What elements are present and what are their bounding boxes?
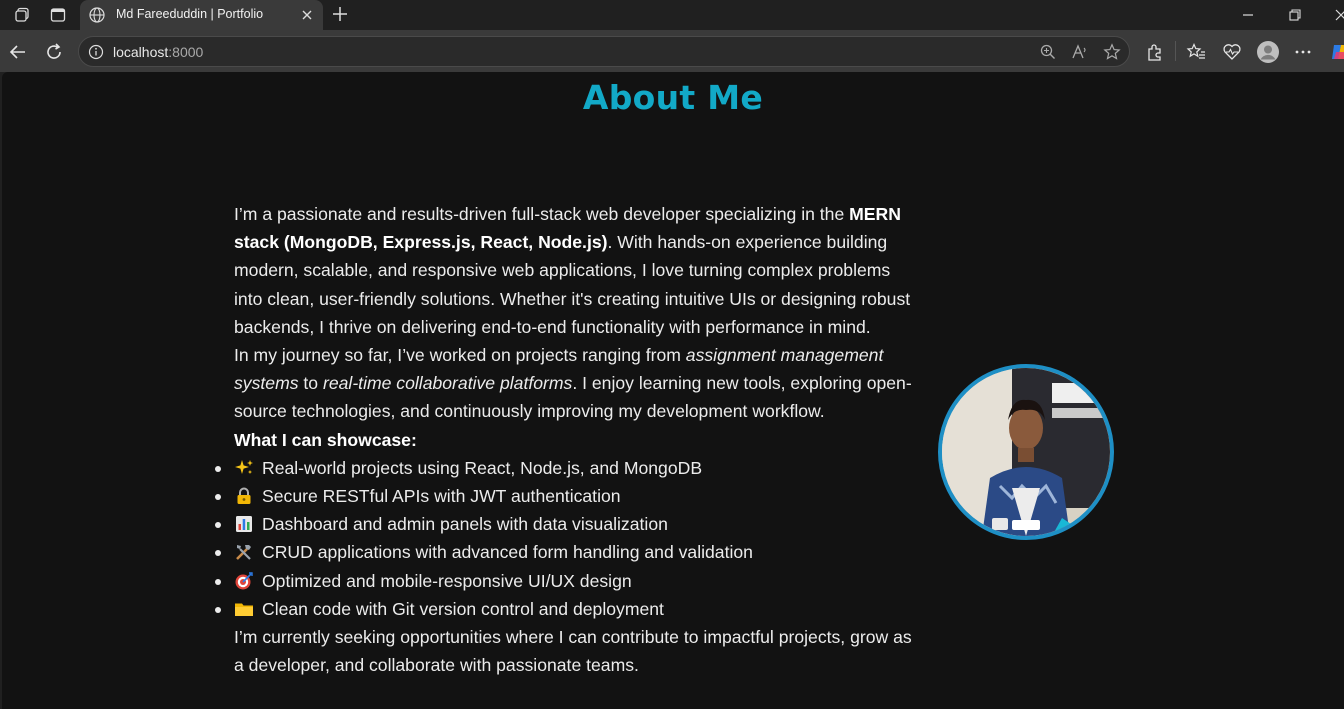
page-title: About Me — [582, 78, 764, 117]
globe-icon — [88, 6, 106, 29]
url-text[interactable]: localhost:8000 — [113, 44, 203, 60]
profile-photo-image — [942, 368, 1110, 536]
vertical-tabs-icon[interactable] — [48, 5, 68, 25]
address-bar[interactable]: localhost:8000 — [78, 36, 1130, 67]
bullet-icon — [215, 522, 221, 529]
list-item: Real-world projects using React, Node.js… — [215, 454, 914, 482]
bullet-icon — [215, 578, 221, 585]
tools-icon — [234, 541, 254, 561]
close-window-icon[interactable] — [1329, 4, 1344, 26]
tab-strip: Md Fareeduddin | Portfolio — [0, 0, 1344, 30]
profile-photo — [938, 364, 1114, 540]
para2-mid: to — [298, 373, 323, 394]
bar-chart-icon — [234, 513, 254, 533]
showcase-title: What I can showcase: — [234, 429, 417, 450]
sparkles-icon — [234, 457, 254, 475]
restore-icon[interactable] — [1283, 4, 1307, 26]
closing-paragraph: I’m currently seeking opportunities wher… — [234, 627, 912, 676]
copilot-icon[interactable] — [1328, 40, 1344, 64]
target-icon — [234, 570, 254, 590]
showcase-list: Real-world projects using React, Node.js… — [215, 454, 914, 623]
list-item-text: CRUD applications with advanced form han… — [262, 542, 753, 563]
favorites-icon[interactable] — [1184, 40, 1208, 64]
new-tab-icon[interactable] — [330, 4, 350, 29]
close-tab-icon[interactable] — [298, 6, 316, 29]
lock-icon — [234, 485, 254, 505]
page-viewport: About Me I’m a passionate and results-dr… — [2, 72, 1344, 709]
about-paragraph-1: I’m a passionate and results-driven full… — [234, 200, 914, 341]
url-host: localhost — [113, 44, 169, 60]
navigation-bar: localhost:8000 — [0, 30, 1344, 72]
list-item: Dashboard and admin panels with data vis… — [215, 510, 914, 538]
toolbar-separator — [1175, 41, 1176, 61]
bullet-icon — [215, 606, 221, 613]
list-item-text: Clean code with Git version control and … — [262, 598, 664, 619]
list-item: Clean code with Git version control and … — [215, 595, 914, 623]
favorite-star-icon[interactable] — [1101, 41, 1123, 63]
info-icon[interactable] — [88, 44, 104, 65]
profile-avatar-icon[interactable] — [1256, 40, 1280, 64]
workspaces-icon[interactable] — [12, 5, 32, 25]
minimize-icon[interactable] — [1236, 4, 1260, 26]
list-item-text: Secure RESTful APIs with JWT authenticat… — [262, 486, 621, 507]
para2-start: In my journey so far, I’ve worked on pro… — [234, 345, 686, 366]
about-text: I’m a passionate and results-driven full… — [215, 200, 914, 679]
bullet-icon — [215, 465, 221, 472]
project-type-2: real-time collaborative platforms — [322, 373, 573, 394]
back-icon[interactable] — [6, 40, 30, 64]
extensions-icon[interactable] — [1143, 40, 1167, 64]
url-port: :8000 — [168, 44, 204, 60]
list-item: Secure RESTful APIs with JWT authenticat… — [215, 482, 914, 510]
refresh-icon[interactable] — [42, 40, 66, 64]
para1-start: I’m a passionate and results-driven full… — [234, 204, 850, 224]
more-options-icon[interactable] — [1291, 40, 1315, 64]
about-paragraph-2: In my journey so far, I’ve worked on pro… — [234, 341, 914, 426]
zoom-icon[interactable] — [1037, 41, 1059, 63]
active-tab[interactable]: Md Fareeduddin | Portfolio — [80, 0, 323, 30]
bullet-icon — [215, 550, 221, 557]
list-item-text: Dashboard and admin panels with data vis… — [262, 514, 668, 535]
list-item-text: Optimized and mobile-responsive UI/UX de… — [262, 570, 632, 591]
folder-icon — [234, 598, 254, 616]
tab-title: Md Fareeduddin | Portfolio — [116, 7, 264, 21]
bullet-icon — [215, 494, 221, 501]
read-aloud-icon[interactable] — [1069, 41, 1091, 63]
browser-essentials-icon[interactable] — [1220, 40, 1244, 64]
list-item: CRUD applications with advanced form han… — [215, 538, 914, 566]
list-item: Optimized and mobile-responsive UI/UX de… — [215, 567, 914, 595]
list-item-text: Real-world projects using React, Node.js… — [262, 457, 703, 478]
